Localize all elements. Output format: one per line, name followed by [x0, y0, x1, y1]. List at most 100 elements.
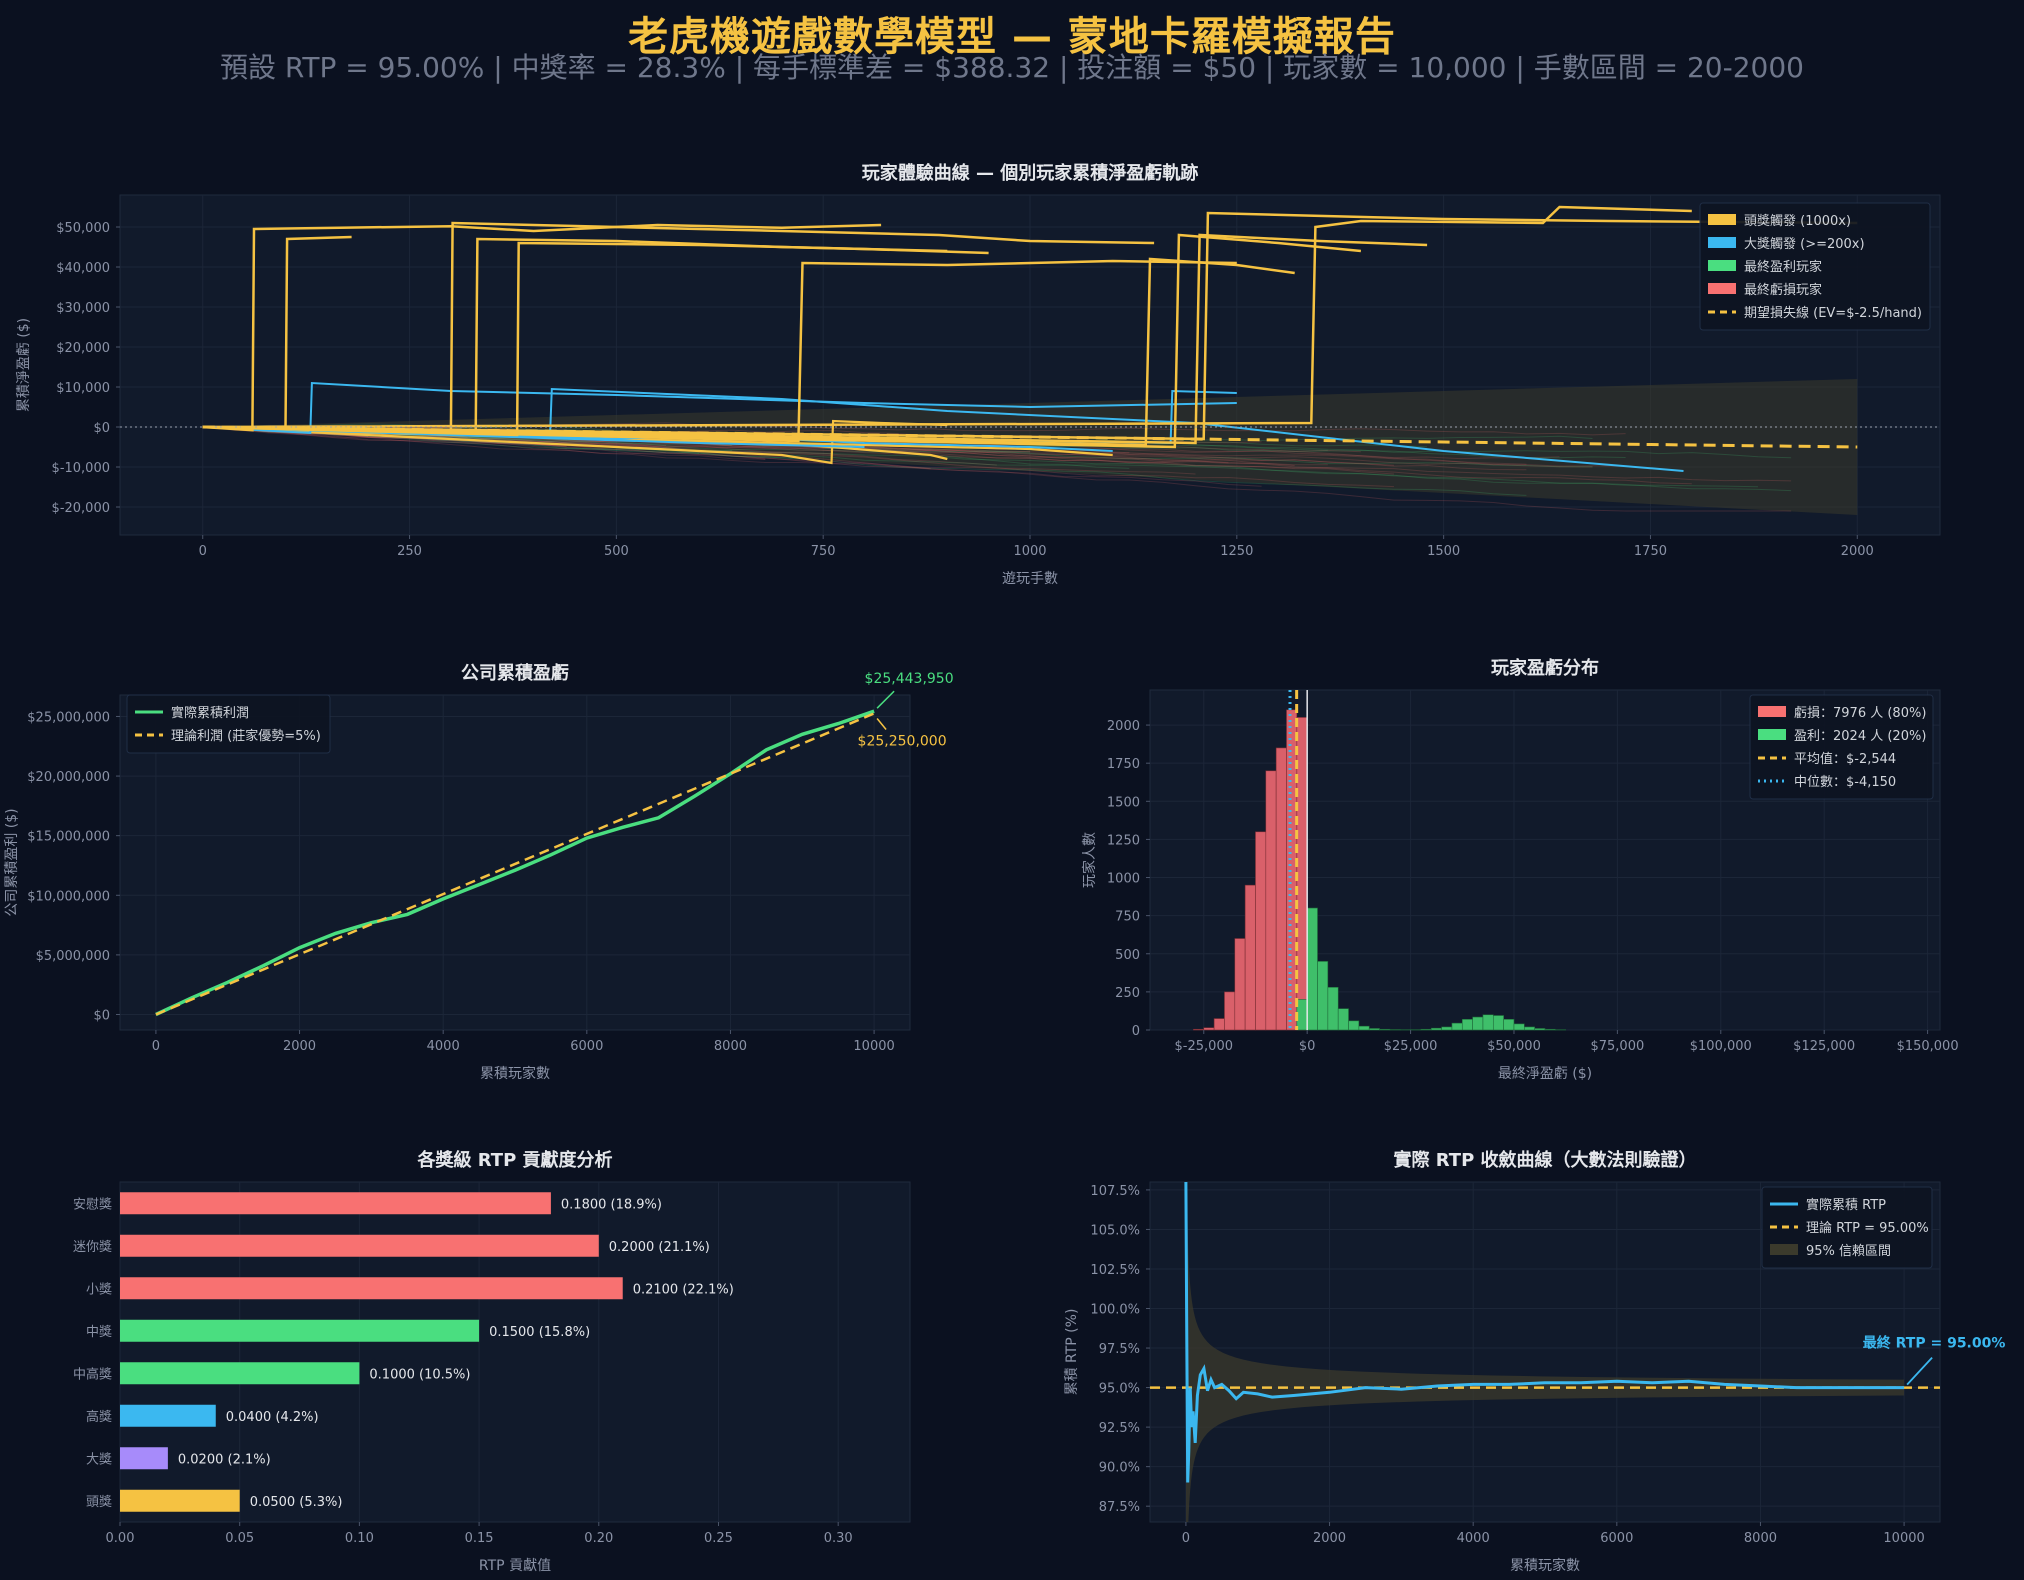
- player-distribution-x-tick-label: $-25,000: [1175, 1039, 1233, 1054]
- company-profit-annotation: $25,443,950: [865, 671, 954, 687]
- rtp-contribution-x-tick-label: 0.00: [106, 1531, 135, 1546]
- histogram-win-bar: [1492, 1015, 1504, 1031]
- player-curves-x-tick-label: 1000: [1013, 544, 1046, 559]
- rtp-contribution-xlabel: RTP 貢獻值: [479, 1558, 551, 1574]
- rtp-convergence-legend-label: 理論 RTP = 95.00%: [1806, 1220, 1929, 1236]
- rtp-contribution-x-tick-label: 0.20: [584, 1531, 613, 1546]
- rtp-convergence-y-tick-label: 95.0%: [1099, 1382, 1140, 1397]
- rtp-convergence-y-tick-label: 107.5%: [1090, 1184, 1140, 1199]
- histogram-win-bar: [1513, 1023, 1525, 1031]
- player-curves-legend-swatch: [1708, 283, 1736, 294]
- company-profit-title: 公司累積盈虧: [461, 662, 569, 684]
- player-curves-x-tick-label: 0: [199, 544, 207, 559]
- player-curves-legend-label: 期望損失線 (EV=$-2.5/hand): [1744, 305, 1922, 321]
- player-curves-legend-swatch: [1708, 237, 1736, 248]
- histogram-win-bar: [1451, 1022, 1463, 1031]
- company-profit-xlabel: 累積玩家數: [480, 1065, 550, 1082]
- rtp-contribution-bar: [120, 1489, 240, 1512]
- histogram-win-bar: [1420, 1028, 1432, 1031]
- company-profit-y-tick-label: $25,000,000: [27, 710, 110, 725]
- histogram-loss-bar: [1296, 717, 1308, 1031]
- histogram-win-bar: [1503, 1019, 1515, 1031]
- rtp-convergence-x-tick-label: 2000: [1313, 1531, 1346, 1546]
- histogram-loss-bar: [1234, 938, 1246, 1031]
- rtp-convergence-x-tick-label: 6000: [1600, 1531, 1633, 1546]
- player-curves-y-tick-label: $0: [93, 421, 110, 436]
- rtp-convergence-y-tick-label: 92.5%: [1099, 1421, 1140, 1436]
- histogram-win-bar: [1306, 907, 1318, 1031]
- player-distribution-x-tick-label: $75,000: [1590, 1039, 1644, 1054]
- player-curves-x-tick-label: 750: [811, 544, 836, 559]
- player-distribution-y-tick-label: 0: [1132, 1024, 1140, 1039]
- player-distribution-y-tick-label: 500: [1115, 948, 1140, 963]
- player-curves-legend-swatch: [1708, 214, 1736, 225]
- player-curves-x-tick-label: 1250: [1220, 544, 1253, 559]
- histogram-win-bar: [1441, 1026, 1453, 1031]
- player-curves-x-tick-label: 1750: [1634, 544, 1667, 559]
- rtp-convergence-x-tick-label: 10000: [1883, 1531, 1924, 1546]
- histogram-win-bar: [1482, 1014, 1494, 1031]
- player-distribution-title: 玩家盈虧分布: [1491, 657, 1599, 679]
- rtp-convergence-y-tick-label: 97.5%: [1099, 1342, 1140, 1357]
- player-distribution-x-tick-label: $25,000: [1384, 1039, 1438, 1054]
- histogram-loss-bar: [1265, 770, 1277, 1031]
- histogram-win-bar: [1379, 1028, 1391, 1031]
- histogram-win-bar: [1368, 1028, 1380, 1031]
- player-distribution-legend-swatch: [1758, 729, 1786, 740]
- rtp-contribution-title: 各獎級 RTP 貢獻度分析: [416, 1149, 612, 1171]
- company-profit-x-tick-label: 2000: [283, 1039, 316, 1054]
- player-curves-y-tick-label: $10,000: [56, 381, 110, 396]
- player-distribution-legend-label: 虧損：7976 人 (80%): [1794, 705, 1926, 721]
- rtp-convergence-y-tick-label: 105.0%: [1090, 1223, 1140, 1238]
- histogram-win-bar: [1472, 1016, 1484, 1031]
- player-curves-y-tick-label: $30,000: [56, 301, 110, 316]
- company-profit-annotation: $25,250,000: [858, 733, 947, 749]
- rtp-contribution-bar: [120, 1404, 216, 1427]
- rtp-contribution-x-tick-label: 0.30: [824, 1531, 853, 1546]
- player-distribution-x-tick-label: $125,000: [1793, 1039, 1855, 1054]
- histogram-win-bar: [1317, 961, 1329, 1031]
- rtp-contribution-category: 安慰獎: [73, 1197, 112, 1212]
- rtp-contribution-value-label: 0.2000 (21.1%): [609, 1240, 710, 1255]
- rtp-convergence-legend-swatch: [1770, 1244, 1798, 1255]
- histogram-win-bar: [1348, 1020, 1360, 1031]
- player-curves-y-tick-label: $-20,000: [52, 501, 110, 516]
- histogram-loss-bar: [1203, 1027, 1215, 1031]
- player-distribution-y-tick-label: 2000: [1107, 719, 1140, 734]
- histogram-win-bar: [1337, 1008, 1349, 1031]
- histogram-win-bar: [1358, 1025, 1370, 1031]
- histogram-win-bar: [1524, 1026, 1535, 1031]
- company-profit-y-tick-label: $20,000,000: [27, 770, 110, 785]
- histogram-win-bar: [1544, 1028, 1556, 1031]
- rtp-contribution-plot-area: [119, 1181, 911, 1523]
- rtp-contribution-bar: [120, 1277, 623, 1300]
- player-distribution-y-tick-label: 250: [1115, 986, 1140, 1001]
- rtp-contribution-bar: [120, 1362, 360, 1385]
- rtp-convergence-y-tick-label: 87.5%: [1099, 1500, 1140, 1515]
- player-distribution-legend-label: 中位數：$-4,150: [1794, 775, 1896, 790]
- player-curves-x-tick-label: 2000: [1841, 544, 1874, 559]
- player-distribution-xlabel: 最終淨盈虧 ($): [1498, 1066, 1592, 1082]
- company-profit-legend-box: [126, 694, 331, 754]
- player-distribution-y-tick-label: 1000: [1107, 872, 1140, 887]
- rtp-convergence-x-tick-label: 8000: [1744, 1531, 1777, 1546]
- player-curves-legend-label: 大獎觸發 (>=200x): [1744, 237, 1865, 252]
- rtp-convergence-y-tick-label: 102.5%: [1090, 1263, 1140, 1278]
- rtp-contribution-value-label: 0.0200 (2.1%): [178, 1452, 271, 1467]
- player-curves-xlabel: 遊玩手數: [1002, 571, 1058, 587]
- player-curves-x-tick-label: 250: [397, 544, 422, 559]
- player-curves-ylabel: 累積淨盈虧 ($): [16, 318, 32, 412]
- rtp-contribution-bar: [120, 1192, 551, 1215]
- company-profit-x-tick-label: 6000: [570, 1039, 603, 1054]
- histogram-loss-bar: [1244, 884, 1256, 1031]
- player-curves-legend-label: 最終虧損玩家: [1744, 282, 1822, 298]
- company-profit-y-tick-label: $15,000,000: [27, 830, 110, 845]
- player-distribution-y-tick-label: 1250: [1107, 833, 1140, 848]
- player-distribution-y-tick-label: 750: [1115, 910, 1140, 925]
- rtp-contribution-category: 大獎: [86, 1452, 112, 1467]
- rtp-convergence-y-tick-label: 100.0%: [1090, 1303, 1140, 1318]
- rtp-contribution-value-label: 0.2100 (22.1%): [633, 1282, 734, 1297]
- company-profit-x-tick-label: 4000: [427, 1039, 460, 1054]
- rtp-contribution-category: 中高獎: [73, 1366, 112, 1382]
- rtp-convergence-x-tick-label: 4000: [1457, 1531, 1490, 1546]
